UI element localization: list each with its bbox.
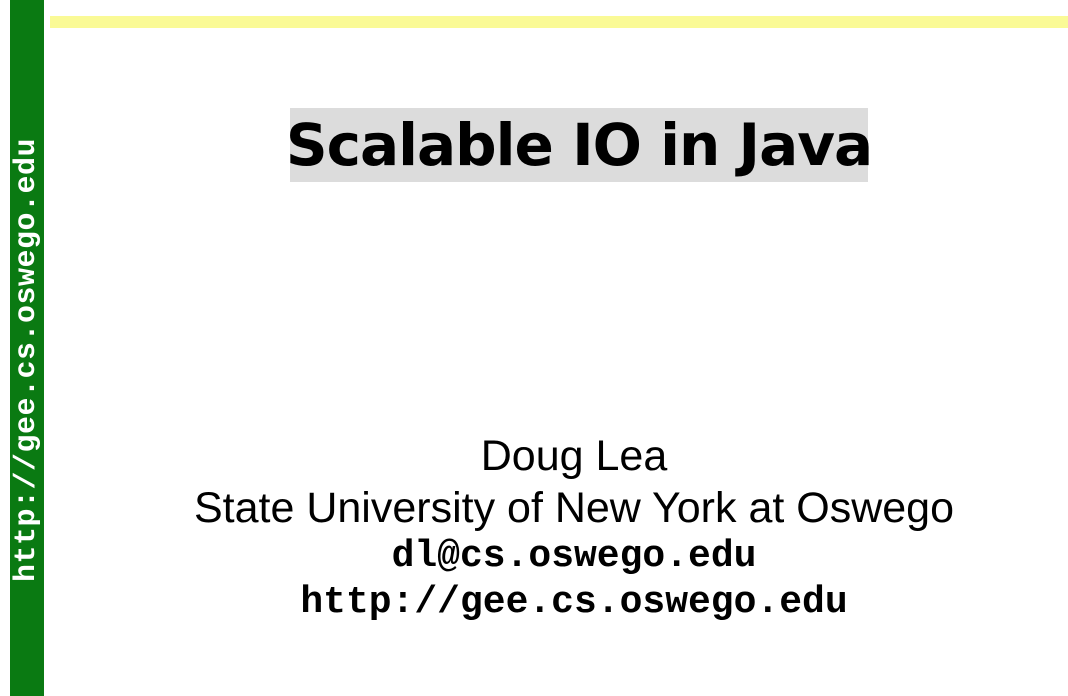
- title-highlight: Scalable IO in Java: [286, 108, 873, 182]
- slide: http://gee.cs.oswego.edu Scalable IO in …: [0, 0, 1068, 696]
- author-email: dl@cs.oswego.edu: [391, 535, 757, 578]
- author-block: Doug Lea State University of New York at…: [44, 430, 1068, 626]
- author-name: Doug Lea: [480, 432, 668, 480]
- author-url: http://gee.cs.oswego.edu: [300, 581, 848, 624]
- author-affiliation: State University of New York at Oswego: [193, 484, 955, 532]
- sidebar-url-text: http://gee.cs.oswego.edu: [10, 137, 44, 583]
- top-rule: [50, 16, 1068, 28]
- slide-title: Scalable IO in Java: [285, 111, 873, 179]
